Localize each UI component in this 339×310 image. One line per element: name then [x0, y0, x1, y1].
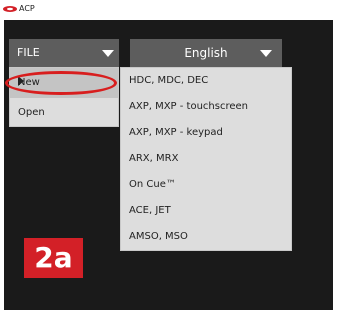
chevron-down-icon — [260, 50, 272, 57]
submenu-item-label: AMSO, MSO — [129, 231, 188, 242]
submenu-item-label: ACE, JET — [129, 205, 171, 216]
submenu-item[interactable]: AXP, MXP - touchscreen — [121, 94, 291, 120]
submenu-item-label: ARX, MRX — [129, 153, 179, 164]
step-badge: 2a — [24, 238, 83, 278]
new-submenu: HDC, MDC, DEC AXP, MXP - touchscreen AXP… — [120, 67, 292, 251]
file-menu-button[interactable]: FILE — [9, 39, 119, 67]
app-logo-icon — [3, 6, 17, 12]
submenu-item[interactable]: AXP, MXP - keypad — [121, 120, 291, 146]
submenu-item[interactable]: ACE, JET — [121, 198, 291, 224]
menu-item-label: Open — [18, 107, 45, 118]
submenu-item-label: On Cue™ — [129, 179, 176, 190]
submenu-item[interactable]: AMSO, MSO — [121, 224, 291, 250]
title-bar: ACP — [0, 0, 339, 20]
submenu-item-label: AXP, MXP - touchscreen — [129, 101, 249, 112]
file-menu-label: FILE — [17, 46, 40, 59]
submenu-item-label: AXP, MXP - keypad — [129, 127, 223, 138]
window-title: ACP — [19, 4, 35, 13]
submenu-item[interactable]: ARX, MRX — [121, 146, 291, 172]
submenu-item[interactable]: HDC, MDC, DEC — [121, 68, 291, 94]
language-select[interactable]: English — [130, 39, 282, 67]
menu-item-open[interactable]: Open — [10, 98, 118, 128]
submenu-item-label: HDC, MDC, DEC — [129, 75, 209, 86]
chevron-down-icon — [102, 50, 114, 57]
submenu-item[interactable]: On Cue™ — [121, 172, 291, 198]
annotation-highlight-ring — [5, 71, 117, 95]
